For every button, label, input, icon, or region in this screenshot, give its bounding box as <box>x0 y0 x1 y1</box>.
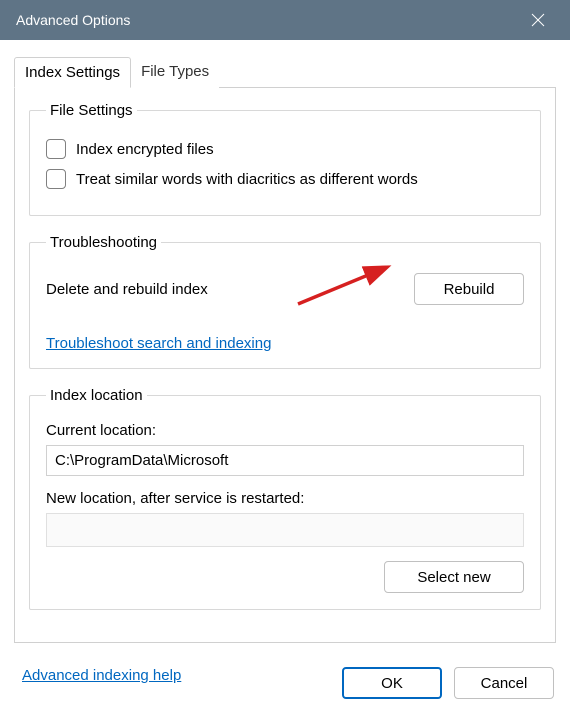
treat-diacritics-row: Treat similar words with diacritics as d… <box>46 169 524 189</box>
cancel-button[interactable]: Cancel <box>454 667 554 699</box>
index-location-group: Index location Current location: C:\Prog… <box>29 387 541 610</box>
select-new-button[interactable]: Select new <box>384 561 524 593</box>
new-location-value <box>46 513 524 547</box>
dialog-content: Index Settings File Types File Settings … <box>0 40 570 684</box>
delete-rebuild-label: Delete and rebuild index <box>46 281 208 298</box>
rebuild-button[interactable]: Rebuild <box>414 273 524 305</box>
current-location-value: C:\ProgramData\Microsoft <box>46 445 524 476</box>
window-title: Advanced Options <box>16 12 130 28</box>
file-settings-group: File Settings Index encrypted files Trea… <box>29 102 541 216</box>
troubleshooting-legend: Troubleshooting <box>46 234 161 251</box>
advanced-indexing-help-link[interactable]: Advanced indexing help <box>22 667 181 684</box>
dialog-footer: OK Cancel <box>342 667 554 699</box>
select-new-row: Select new <box>46 561 524 593</box>
rebuild-row: Delete and rebuild index Rebuild <box>46 273 524 305</box>
index-encrypted-label: Index encrypted files <box>76 141 214 158</box>
close-icon <box>531 13 545 27</box>
treat-diacritics-label: Treat similar words with diacritics as d… <box>76 171 418 188</box>
tab-file-types[interactable]: File Types <box>131 57 219 88</box>
tab-index-settings[interactable]: Index Settings <box>14 57 131 88</box>
troubleshoot-link[interactable]: Troubleshoot search and indexing <box>46 335 271 352</box>
index-location-legend: Index location <box>46 387 147 404</box>
treat-diacritics-checkbox[interactable] <box>46 169 66 189</box>
title-bar: Advanced Options <box>0 0 570 40</box>
troubleshooting-group: Troubleshooting Delete and rebuild index… <box>29 234 541 369</box>
index-encrypted-checkbox[interactable] <box>46 139 66 159</box>
ok-button[interactable]: OK <box>342 667 442 699</box>
file-settings-legend: File Settings <box>46 102 137 119</box>
tab-strip: Index Settings File Types <box>14 56 556 88</box>
index-encrypted-row: Index encrypted files <box>46 139 524 159</box>
tab-panel: File Settings Index encrypted files Trea… <box>14 88 556 643</box>
close-button[interactable] <box>518 0 558 40</box>
new-location-label: New location, after service is restarted… <box>46 490 524 507</box>
current-location-label: Current location: <box>46 422 524 439</box>
